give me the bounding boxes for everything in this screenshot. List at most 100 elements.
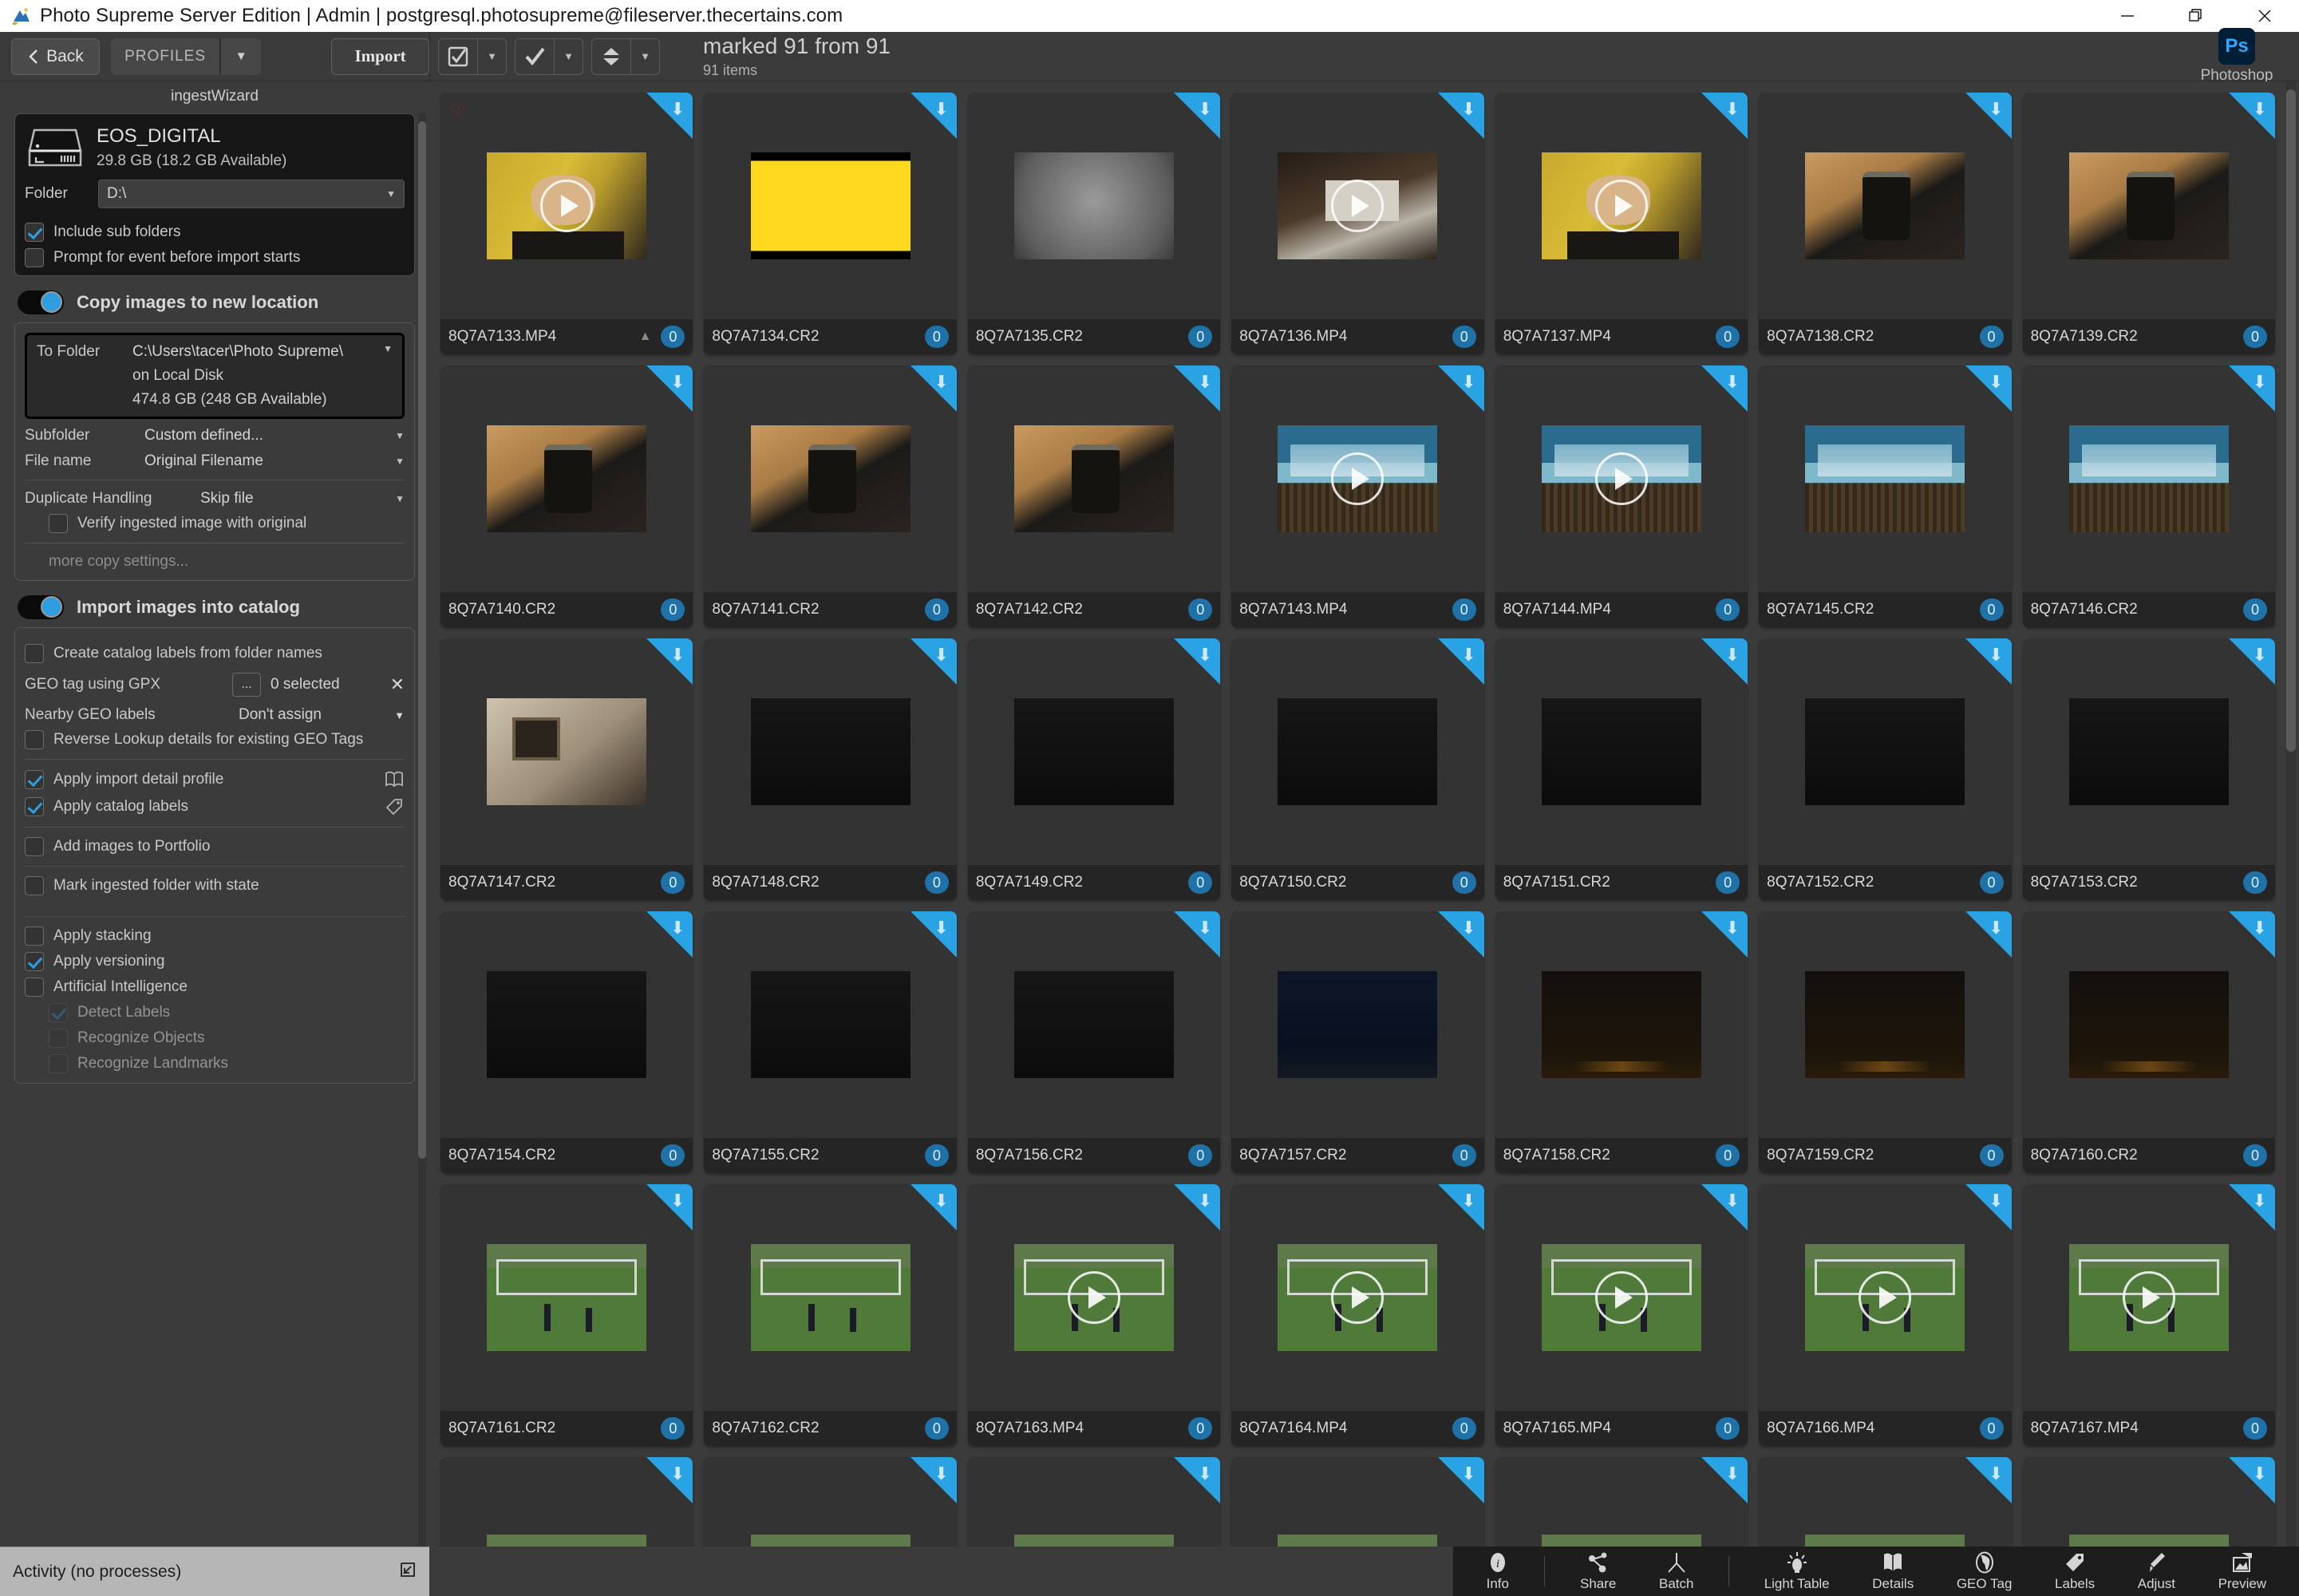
thumbnail-card[interactable]: ⬇ 8Q7A7154.CR2 0 — [440, 911, 693, 1173]
create-catalog-labels-row[interactable]: Create catalog labels from folder names — [25, 644, 405, 663]
tag-icon[interactable] — [384, 796, 405, 817]
thumbnail-card[interactable]: ⬇ 8Q7A7164.MP4 0 — [1231, 1184, 1484, 1446]
thumbnail-card[interactable]: ⬇ 8Q7A7135.CR2 0 — [967, 93, 1221, 354]
label-count-badge[interactable]: 0 — [1716, 1417, 1740, 1440]
thumbnail-card[interactable]: ⬇ 8Q7A7152.CR2 0 — [1759, 638, 2012, 900]
apply-import-profile-checkbox[interactable] — [25, 770, 44, 789]
thumbnail-card[interactable]: ⬇ 8Q7A7134.CR2 0 — [704, 93, 957, 354]
label-count-badge[interactable]: 0 — [1716, 1144, 1740, 1167]
thumbnail-image-area[interactable]: ⬇ — [1759, 365, 2012, 592]
label-count-badge[interactable]: 0 — [661, 871, 685, 894]
thumbnail-card[interactable]: ⬇ 8Q7A7145.CR2 0 — [1759, 365, 2012, 627]
expand-icon[interactable] — [399, 1561, 417, 1583]
apply-catalog-labels-checkbox[interactable] — [25, 797, 44, 816]
thumbnail-card[interactable]: ⬇ 8Q7A7140.CR2 0 — [440, 365, 693, 627]
thumbnail-image-area[interactable]: ⬇ — [704, 1184, 957, 1411]
mark-control[interactable]: ▼ — [515, 38, 583, 75]
prompt-event-row[interactable]: Prompt for event before import starts — [25, 248, 405, 267]
thumbnail-card[interactable]: ⬇ 8Q7A7165.MP4 0 — [1495, 1184, 1748, 1446]
close-button[interactable] — [2230, 0, 2299, 32]
include-subfolders-checkbox[interactable] — [25, 223, 44, 242]
thumbnail-image-area[interactable]: ⬇ ♡ — [440, 93, 693, 319]
chevron-down-icon[interactable]: ▼ — [395, 456, 405, 467]
more-copy-settings-link[interactable]: more copy settings... — [49, 553, 405, 571]
thumbnail-card[interactable]: ⬇ 8Q7A7167.MP4 0 — [2022, 1184, 2275, 1446]
label-count-badge[interactable]: 0 — [661, 326, 685, 348]
label-count-badge[interactable]: 0 — [2242, 871, 2267, 894]
label-count-badge[interactable]: 0 — [1979, 326, 2004, 348]
thumbnail-card[interactable]: ⬇ 8Q7A7156.CR2 0 — [967, 911, 1221, 1173]
thumbnail-card[interactable]: ⬇ 8Q7A7148.CR2 0 — [704, 638, 957, 900]
detect-labels-checkbox[interactable] — [49, 1003, 68, 1022]
detect-labels-row[interactable]: Detect Labels — [49, 1003, 405, 1022]
sort-control[interactable]: ▼ — [591, 38, 660, 75]
thumbnail-image-area[interactable]: ⬇ — [968, 365, 1221, 592]
sidebar-scrollbar-thumb[interactable] — [418, 121, 426, 1159]
thumbnail-image-area[interactable]: ⬇ — [1231, 93, 1484, 319]
thumbnail-image-area[interactable]: ⬇ — [704, 638, 957, 865]
include-subfolders-row[interactable]: Include sub folders — [25, 223, 405, 242]
thumbnail-image-area[interactable]: ⬇ — [1231, 638, 1484, 865]
mark-dropdown-icon[interactable]: ▼ — [554, 38, 583, 74]
thumbnail-image-area[interactable]: ⬇ — [1759, 93, 2012, 319]
label-count-badge[interactable]: 0 — [1188, 598, 1213, 621]
chevron-down-icon[interactable]: ▼ — [386, 188, 396, 200]
label-count-badge[interactable]: 0 — [1188, 871, 1213, 894]
thumbnail-image-area[interactable]: ⬇ — [1495, 638, 1748, 865]
label-count-badge[interactable]: 0 — [1188, 1144, 1213, 1167]
bottombar-item-info[interactable]: i Info — [1478, 1551, 1518, 1592]
import-button[interactable]: Import — [331, 38, 429, 75]
thumbnail-image-area[interactable]: ⬇ — [440, 911, 693, 1138]
label-count-badge[interactable]: 0 — [924, 598, 949, 621]
thumbnail-image-area[interactable]: ⬇ — [704, 911, 957, 1138]
label-count-badge[interactable]: 0 — [2242, 1144, 2267, 1167]
back-button[interactable]: Back — [11, 38, 100, 75]
nearby-geo-row[interactable]: Nearby GEO labels Don't assign ▼ — [25, 706, 405, 724]
verify-ingested-row[interactable]: Verify ingested image with original — [49, 514, 405, 533]
chevron-down-icon[interactable]: ▼ — [219, 38, 261, 75]
thumbnail-image-area[interactable]: ⬇ — [1759, 638, 2012, 865]
label-count-badge[interactable]: 0 — [1979, 598, 2004, 621]
label-count-badge[interactable]: 0 — [2242, 1417, 2267, 1440]
thumbnail-image-area[interactable]: ⬇ — [2023, 1184, 2275, 1411]
geo-gpx-browse-button[interactable]: ... — [232, 673, 261, 697]
play-icon[interactable] — [2122, 1271, 2175, 1324]
rating-triangle-icon[interactable]: ▲ — [639, 330, 652, 344]
label-count-badge[interactable]: 0 — [924, 871, 949, 894]
duplicate-handling-row[interactable]: Duplicate Handling Skip file ▼ — [25, 490, 405, 508]
thumbnail-card[interactable]: ⬇ 8Q7A7147.CR2 0 — [440, 638, 693, 900]
thumbnail-card[interactable]: ⬇ 8Q7A7146.CR2 0 — [2022, 365, 2275, 627]
play-icon[interactable] — [1594, 180, 1648, 232]
thumbnail-card[interactable]: ⬇ 8Q7A7137.MP4 0 — [1495, 93, 1748, 354]
thumbnail-card[interactable]: ⬇ 8Q7A7161.CR2 0 — [440, 1184, 693, 1446]
thumbnail-image-area[interactable]: ⬇ — [1231, 1184, 1484, 1411]
add-portfolio-checkbox[interactable] — [25, 837, 44, 856]
thumbnail-card[interactable]: ⬇ 8Q7A7138.CR2 0 — [1759, 93, 2012, 354]
thumbnail-image-area[interactable]: ⬇ — [968, 1184, 1221, 1411]
label-count-badge[interactable]: 0 — [1452, 598, 1476, 621]
chevron-down-icon[interactable]: ▼ — [395, 430, 405, 441]
play-icon[interactable] — [1068, 1271, 1121, 1324]
chevron-down-icon[interactable]: ▼ — [382, 709, 405, 721]
import-catalog-toggle[interactable] — [18, 595, 64, 619]
play-icon[interactable] — [1331, 180, 1385, 232]
mark-folder-checkbox[interactable] — [25, 876, 44, 895]
bottombar-item-labels[interactable]: Labels — [2047, 1551, 2103, 1592]
thumbnail-card[interactable]: ⬇ 8Q7A7141.CR2 0 — [704, 365, 957, 627]
source-drive-card[interactable]: EOS_DIGITAL 29.8 GB (18.2 GB Available) … — [14, 113, 415, 276]
close-icon[interactable]: ✕ — [382, 674, 405, 695]
destination-folder-card[interactable]: To Folder C:\Users\tacer\Photo Supreme\ … — [25, 333, 405, 419]
thumbnail-image-area[interactable]: ⬇ — [968, 911, 1221, 1138]
play-icon[interactable] — [540, 180, 594, 232]
thumbnail-image-area[interactable]: ⬇ — [1759, 911, 2012, 1138]
thumbnail-card[interactable]: ⬇ 8Q7A7136.MP4 0 — [1231, 93, 1484, 354]
apply-import-profile-row[interactable]: Apply import detail profile — [25, 769, 405, 790]
recognize-landmarks-row[interactable]: Recognize Landmarks — [49, 1054, 405, 1073]
artificial-intelligence-row[interactable]: Artificial Intelligence — [25, 978, 405, 997]
thumbnail-card[interactable]: ⬇ 8Q7A7155.CR2 0 — [704, 911, 957, 1173]
thumbnail-image-area[interactable]: ⬇ — [1759, 1184, 2012, 1411]
thumbnail-card[interactable]: ⬇ 8Q7A7160.CR2 0 — [2022, 911, 2275, 1173]
copy-images-toggle[interactable] — [18, 290, 64, 314]
bottombar-item-adjust[interactable]: Adjust — [2130, 1551, 2183, 1592]
apply-versioning-checkbox[interactable] — [25, 952, 44, 971]
